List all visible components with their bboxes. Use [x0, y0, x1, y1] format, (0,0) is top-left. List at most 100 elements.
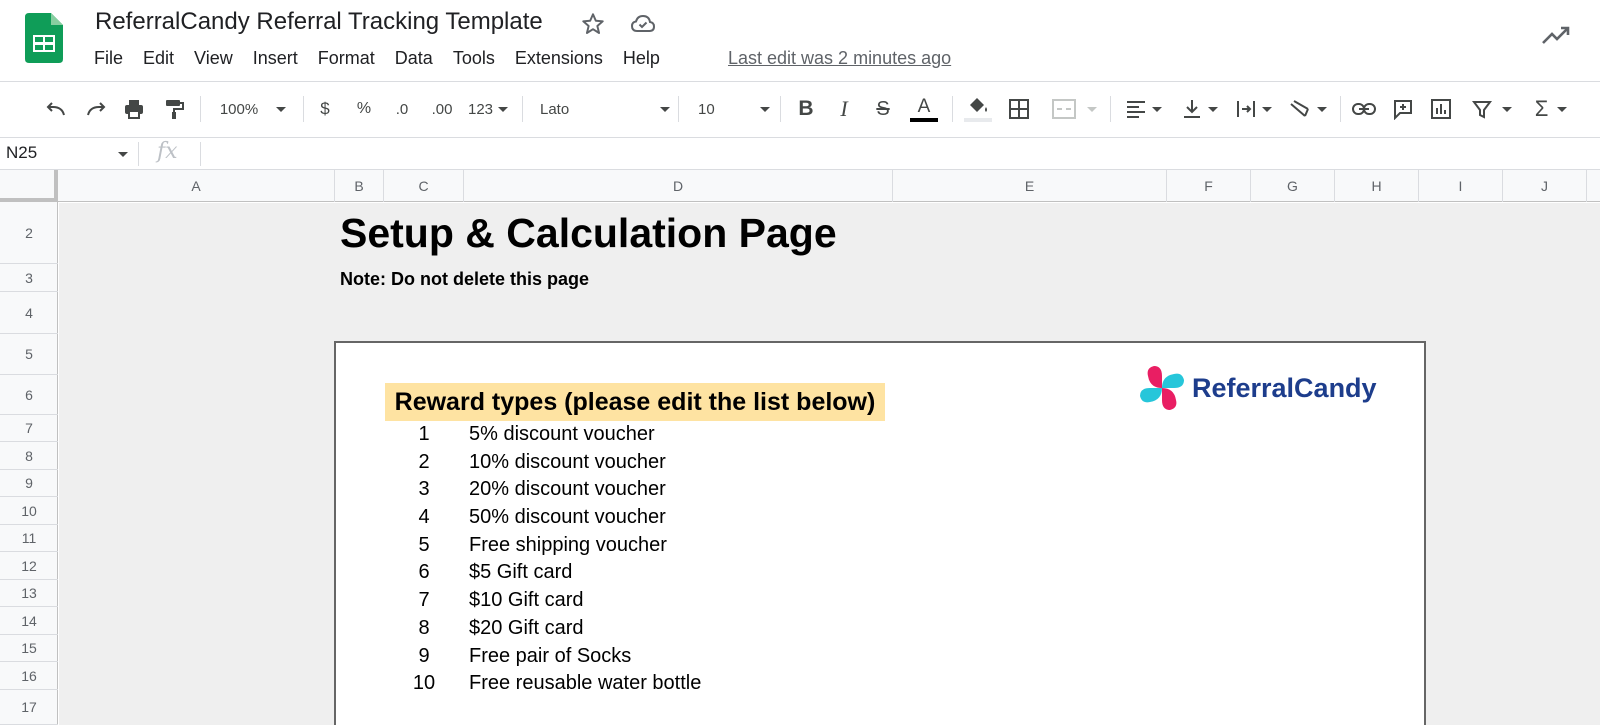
strikethrough-icon[interactable]: S — [871, 94, 895, 124]
menu-extensions[interactable]: Extensions — [505, 46, 613, 71]
column-header-f[interactable]: F — [1167, 170, 1251, 202]
page-title: Setup & Calculation Page — [340, 210, 837, 256]
reward-label: Free reusable water bottle — [469, 672, 702, 695]
reward-label: 50% discount voucher — [469, 506, 666, 529]
borders-icon[interactable] — [1006, 94, 1032, 124]
italic-icon[interactable]: I — [832, 94, 856, 124]
filter-icon[interactable] — [1468, 94, 1514, 124]
chevron-down-icon — [498, 106, 509, 112]
menu-view[interactable]: View — [184, 46, 243, 71]
column-header-h[interactable]: H — [1335, 170, 1419, 202]
brand-name: ReferralCandy — [1192, 372, 1377, 403]
chevron-down-icon[interactable] — [118, 152, 128, 157]
reward-number: 7 — [418, 589, 430, 612]
redo-icon[interactable] — [82, 94, 110, 124]
row-header[interactable]: 17 — [0, 690, 58, 725]
row-header[interactable]: 4 — [0, 292, 58, 334]
merge-cells-icon[interactable] — [1046, 94, 1102, 124]
toolbar-separator — [303, 96, 304, 122]
reward-label: $5 Gift card — [469, 561, 573, 584]
column-header-g[interactable]: G — [1251, 170, 1335, 202]
last-edit-link[interactable]: Last edit was 2 minutes ago — [728, 48, 951, 69]
bold-icon[interactable]: B — [794, 94, 818, 124]
text-wrapping-icon[interactable] — [1230, 94, 1276, 124]
fill-color-icon[interactable] — [962, 94, 994, 124]
menu-file[interactable]: File — [84, 46, 133, 71]
reward-label: $10 Gift card — [469, 589, 584, 612]
menu-data[interactable]: Data — [385, 46, 443, 71]
vertical-align-icon[interactable] — [1176, 94, 1222, 124]
chevron-down-icon — [1316, 106, 1327, 112]
chevron-down-icon — [1557, 106, 1568, 112]
row-header[interactable]: 12 — [0, 552, 58, 580]
more-formats-select[interactable]: 123 — [464, 94, 512, 124]
text-rotation-icon[interactable] — [1284, 94, 1330, 124]
reward-label: 5% discount voucher — [469, 423, 655, 445]
row-header[interactable]: 13 — [0, 580, 58, 607]
row-header[interactable]: 15 — [0, 635, 58, 662]
increase-decimal-button[interactable]: .00 — [426, 94, 458, 124]
star-icon[interactable] — [580, 11, 606, 37]
menu-edit[interactable]: Edit — [133, 46, 184, 71]
menu-format[interactable]: Format — [308, 46, 385, 71]
row-header[interactable]: 7 — [0, 415, 58, 442]
toolbar-separator — [200, 96, 201, 122]
column-header-j[interactable]: J — [1503, 170, 1587, 202]
chevron-down-icon — [276, 106, 287, 112]
column-header-b[interactable]: B — [335, 170, 384, 202]
column-header-e[interactable]: E — [893, 170, 1167, 202]
row-header[interactable]: 10 — [0, 497, 58, 525]
menu-insert[interactable]: Insert — [243, 46, 308, 71]
name-box[interactable]: N25 — [6, 143, 37, 163]
reward-number: 6 — [418, 561, 430, 584]
insert-chart-icon[interactable] — [1428, 94, 1454, 124]
chevron-down-icon — [1207, 106, 1218, 112]
reward-types-heading: Reward types (please edit the list below… — [385, 383, 885, 421]
menu-tools[interactable]: Tools — [443, 46, 505, 71]
chevron-down-icon — [760, 106, 770, 112]
font-family-select[interactable]: Lato — [540, 94, 670, 124]
undo-icon[interactable] — [42, 94, 70, 124]
currency-format-button[interactable]: $ — [314, 94, 336, 124]
cloud-saved-icon[interactable] — [630, 13, 656, 35]
reward-number: 1 — [418, 423, 430, 445]
reward-label: 20% discount voucher — [469, 478, 666, 501]
menu-help[interactable]: Help — [613, 46, 670, 71]
decrease-decimal-button[interactable]: .0 — [388, 94, 416, 124]
horizontal-align-icon[interactable] — [1120, 94, 1166, 124]
row-header[interactable]: 8 — [0, 442, 58, 470]
insert-comment-icon[interactable] — [1390, 94, 1416, 124]
row-header[interactable]: 16 — [0, 662, 58, 690]
column-header-c[interactable]: C — [384, 170, 464, 202]
sheets-logo-icon[interactable] — [25, 13, 63, 63]
row-header[interactable]: 9 — [0, 470, 58, 497]
row-header[interactable]: 14 — [0, 607, 58, 635]
select-all-corner[interactable] — [0, 170, 58, 202]
percent-format-button[interactable]: % — [352, 94, 376, 124]
document-title[interactable]: ReferralCandy Referral Tracking Template — [95, 8, 543, 36]
reward-number: 3 — [418, 478, 430, 501]
sheet-grid[interactable]: Setup & Calculation Page Note: Do not de… — [59, 203, 1600, 725]
row-header[interactable]: 11 — [0, 525, 58, 552]
activity-trend-icon[interactable] — [1541, 24, 1571, 48]
paint-format-icon[interactable] — [160, 94, 188, 124]
row-header[interactable]: 2 — [0, 202, 58, 264]
column-header-i[interactable]: I — [1419, 170, 1503, 202]
column-header-d[interactable]: D — [464, 170, 893, 202]
column-headers: A B C D E F G H I J — [58, 170, 1600, 202]
column-header-a[interactable]: A — [58, 170, 335, 202]
toolbar-separator — [678, 96, 679, 122]
chevron-down-icon — [1087, 106, 1097, 112]
insert-link-icon[interactable] — [1350, 94, 1378, 124]
functions-icon[interactable]: Σ — [1528, 94, 1574, 124]
reward-label: Free pair of Socks — [469, 644, 632, 667]
print-icon[interactable] — [120, 94, 148, 124]
row-header[interactable]: 6 — [0, 375, 58, 415]
text-color-icon[interactable]: A — [908, 94, 940, 124]
referralcandy-logo: ReferralCandy — [1138, 363, 1377, 413]
row-header[interactable]: 5 — [0, 334, 58, 375]
row-header[interactable]: 3 — [0, 264, 58, 292]
zoom-select[interactable]: 100% — [212, 94, 294, 124]
font-size-select[interactable]: 10 — [698, 94, 770, 124]
reward-number: 4 — [418, 506, 430, 529]
